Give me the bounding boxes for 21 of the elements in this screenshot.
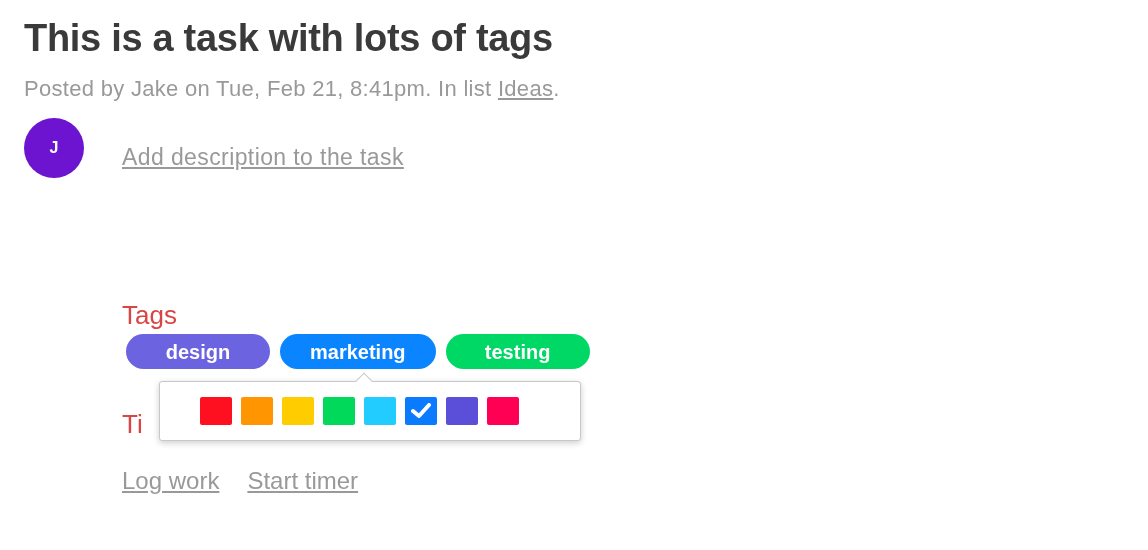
- avatar: J: [24, 118, 84, 178]
- timer-heading: Ti: [122, 409, 143, 439]
- tags-heading: Tags: [122, 300, 177, 330]
- action-link[interactable]: Start timer: [247, 467, 359, 495]
- tag-chip[interactable]: testing: [445, 334, 590, 369]
- tag-chip[interactable]: marketing: [280, 334, 436, 369]
- color-swatch[interactable]: [282, 397, 314, 425]
- color-swatch[interactable]: [241, 397, 273, 425]
- posted-info: Posted by Jake on Tue, Feb 21, 8:41pm. In list Ideas.: [24, 76, 560, 102]
- color-swatch[interactable]: [200, 397, 232, 425]
- tag-chip[interactable]: design: [126, 334, 270, 369]
- task-title: This is a task with lots of tags: [24, 16, 554, 60]
- color-swatch[interactable]: [446, 397, 478, 425]
- list-link[interactable]: Ideas: [497, 76, 554, 101]
- color-swatch[interactable]: [323, 397, 355, 425]
- add-description-link[interactable]: Add description to the task: [122, 144, 404, 170]
- color-swatch[interactable]: [405, 397, 437, 425]
- check-icon: [411, 403, 431, 419]
- color-swatch[interactable]: [364, 397, 396, 425]
- action-link[interactable]: Log work: [122, 467, 220, 495]
- color-swatch[interactable]: [487, 397, 519, 425]
